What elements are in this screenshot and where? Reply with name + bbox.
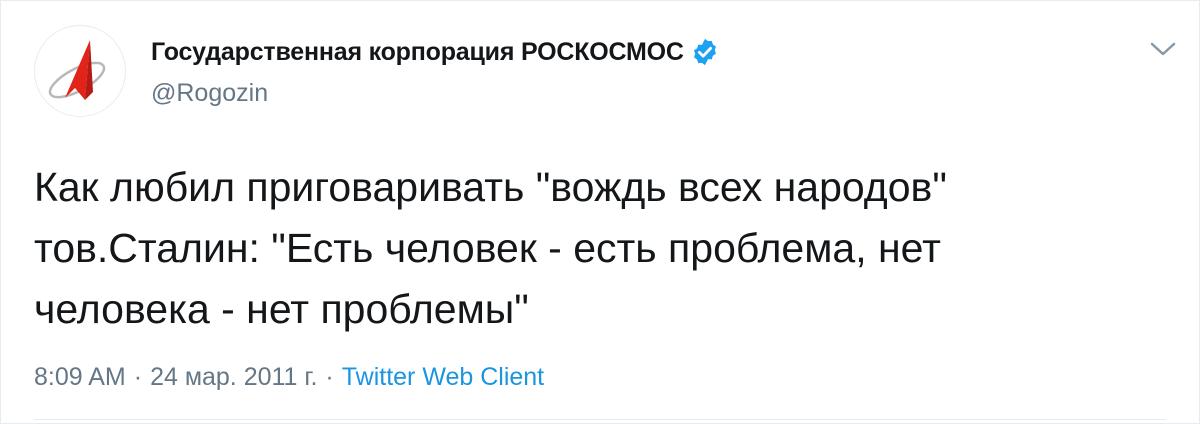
tweet-time[interactable]: 8:09 AM [34,363,126,392]
divider [34,419,1166,420]
meta-separator: · [325,363,334,391]
tweet-date[interactable]: 24 мар. 2011 г. [150,363,317,392]
display-name[interactable]: Государственная корпорация РОСКОСМОС [151,38,684,67]
roscosmos-logo-icon [36,27,124,115]
tweet-source-link[interactable]: Twitter Web Client [342,363,544,392]
name-row: Государственная корпорация РОСКОСМОС [151,33,720,71]
meta-separator: · [133,363,143,391]
tweet-text: Как любил приговаривать "вождь всех наро… [34,164,947,332]
user-handle[interactable]: @Rogozin [151,79,720,108]
more-options-chevron-down-icon[interactable] [1147,35,1179,63]
tweet-header: Государственная корпорация РОСКОСМОС @Ro… [151,33,720,108]
verified-badge-icon [690,37,720,67]
tweet-meta: 8:09 AM · 24 мар. 2011 г. · Twitter Web … [34,363,544,392]
tweet-card[interactable]: Государственная корпорация РОСКОСМОС @Ro… [0,0,1200,424]
avatar[interactable] [34,25,126,117]
